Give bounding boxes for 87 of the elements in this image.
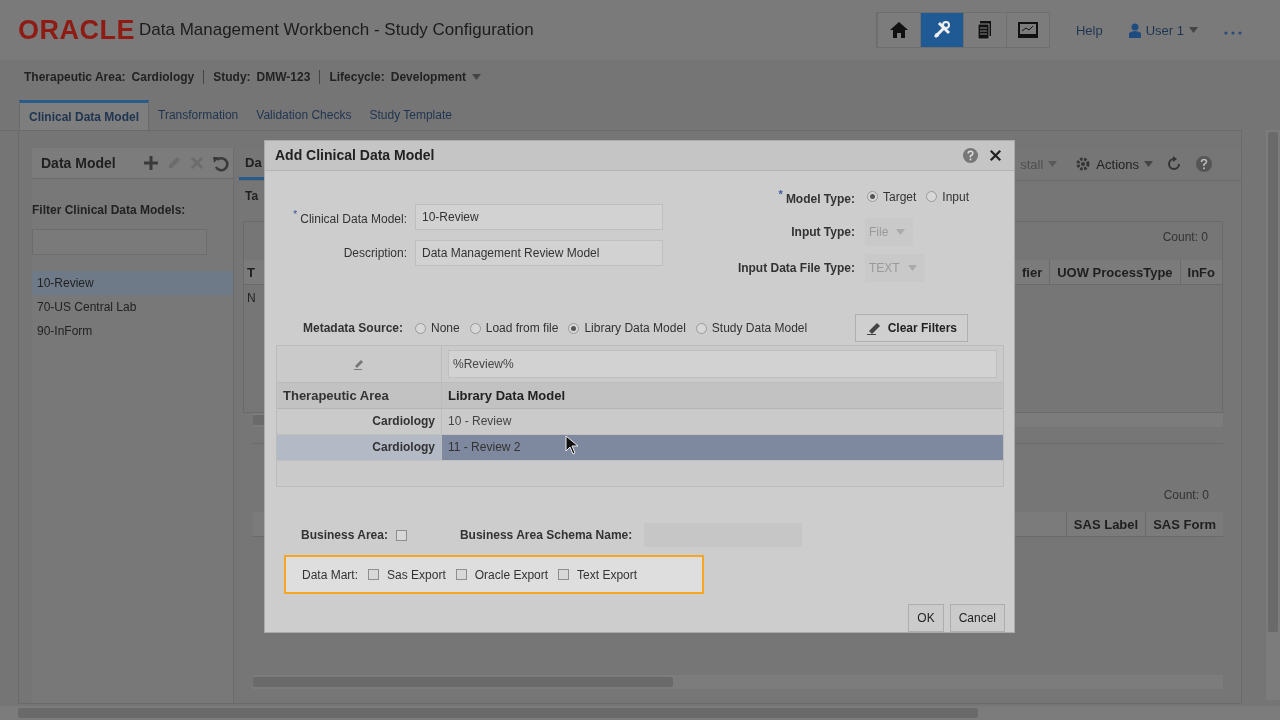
column-header: T — [246, 263, 256, 282]
radio-label: Input — [942, 189, 970, 204]
text-field[interactable]: 10-Review — [415, 203, 663, 230]
context-label: Therapeutic Area: — [24, 70, 126, 84]
table-cell[interactable]: Cardiology — [277, 434, 442, 460]
actions-menu[interactable]: Actions — [1075, 156, 1153, 172]
context-label: Study: — [213, 70, 251, 84]
radio-button[interactable] — [568, 322, 580, 334]
help-icon[interactable] — [962, 146, 979, 164]
eraser-icon[interactable] — [353, 357, 365, 370]
checkbox-label: Text Export — [577, 567, 638, 582]
logo: ORACLE — [18, 14, 135, 46]
count-label: Count: 0 — [1163, 487, 1210, 504]
pointer-icon — [565, 435, 579, 455]
count-label: Count: 0 — [1162, 229, 1209, 246]
context-value: Cardiology — [131, 70, 195, 84]
dialog-button[interactable]: Cancel — [949, 604, 1005, 632]
field-label: Input Type: — [790, 224, 856, 239]
context-label: Lifecycle: — [329, 70, 385, 84]
radio-label: Target — [883, 189, 917, 204]
help-icon[interactable] — [1195, 155, 1213, 173]
radio-button[interactable] — [469, 322, 481, 334]
tools-nav-button[interactable] — [919, 13, 963, 47]
table-cell[interactable]: 11 - Review 2 — [442, 434, 1003, 460]
row-label: Ta — [245, 189, 259, 203]
monitor-icon — [1016, 19, 1039, 41]
more-icon[interactable] — [1224, 31, 1242, 35]
gear-icon — [1075, 156, 1092, 172]
tab[interactable]: Study Template — [360, 100, 461, 130]
add-icon[interactable] — [142, 154, 160, 172]
context-value[interactable]: Development — [390, 70, 467, 84]
field-label: Business Area: — [301, 528, 388, 543]
radio-label: Load from file — [485, 321, 559, 336]
help-link[interactable]: Help — [1075, 22, 1103, 38]
radio-label: Study Data Model — [711, 321, 808, 336]
field-label: Metadata Source: — [303, 321, 404, 336]
caret-icon — [1048, 161, 1058, 167]
panel-title: Data Model — [41, 155, 117, 171]
column-header: SAS Label — [1065, 512, 1146, 536]
column-header: SAS Form — [1145, 512, 1223, 536]
caret-icon — [907, 264, 917, 271]
radio-button[interactable] — [867, 191, 878, 203]
user-icon — [1128, 22, 1141, 38]
tab[interactable]: Transformation — [149, 100, 248, 130]
radio-button[interactable] — [926, 191, 938, 203]
caret-icon[interactable] — [472, 74, 482, 80]
field-label: Description: — [342, 245, 408, 260]
text-field[interactable]: Data Management Review Model — [415, 239, 663, 266]
column-header: Library Data Model — [447, 386, 567, 405]
filter-field[interactable]: %Review% — [448, 349, 997, 378]
field-label: Data Mart: — [302, 567, 358, 582]
radio-label: Library Data Model — [584, 321, 686, 336]
radio-button[interactable] — [695, 322, 707, 334]
list-item[interactable]: 90-InForm — [32, 319, 233, 343]
context-value: DMW-123 — [256, 70, 311, 84]
clear-filters-button[interactable]: Clear Filters — [854, 314, 968, 343]
field-label: Input Data File Type: — [736, 260, 856, 275]
column-header: UOW ProcessType — [1049, 260, 1180, 284]
table-cell[interactable]: Cardiology — [277, 408, 442, 434]
caret-icon — [1189, 27, 1198, 33]
eraser-icon — [865, 321, 882, 336]
tab[interactable]: Validation Checks — [247, 100, 361, 130]
refresh-icon[interactable] — [1165, 155, 1183, 173]
list-item[interactable]: 70-US Central Lab — [32, 295, 233, 319]
caret-icon — [1144, 161, 1153, 167]
checkbox[interactable] — [455, 569, 467, 581]
checkbox-label: Sas Export — [387, 567, 446, 582]
column-header: Therapeutic Area — [277, 382, 442, 408]
tab[interactable]: Clinical Data Model — [19, 100, 150, 130]
user-menu[interactable]: User 1 — [1145, 22, 1184, 38]
radio-button[interactable] — [415, 322, 427, 334]
field-label: Business Area Schema Name: — [459, 528, 633, 543]
checkbox-label: Oracle Export — [474, 567, 549, 582]
checkbox[interactable] — [395, 530, 407, 541]
radio-label: None — [431, 321, 460, 336]
dialog-title: Add Clinical Data Model — [275, 147, 436, 164]
app-title: Data Management Workbench - Study Configuration — [139, 20, 534, 40]
filter-label: Filter Clinical Data Models: — [32, 203, 187, 217]
caret-icon — [896, 228, 906, 235]
checkbox[interactable] — [368, 569, 379, 581]
checkbox[interactable] — [558, 569, 570, 581]
undo-icon[interactable] — [211, 154, 229, 172]
column-header: InFo — [1179, 260, 1222, 284]
list-item[interactable]: 10-Review — [32, 271, 233, 295]
table-cell-text: N — [246, 290, 257, 307]
dialog-button[interactable]: OK — [908, 604, 944, 632]
table-cell[interactable]: 10 - Review — [442, 408, 1003, 434]
